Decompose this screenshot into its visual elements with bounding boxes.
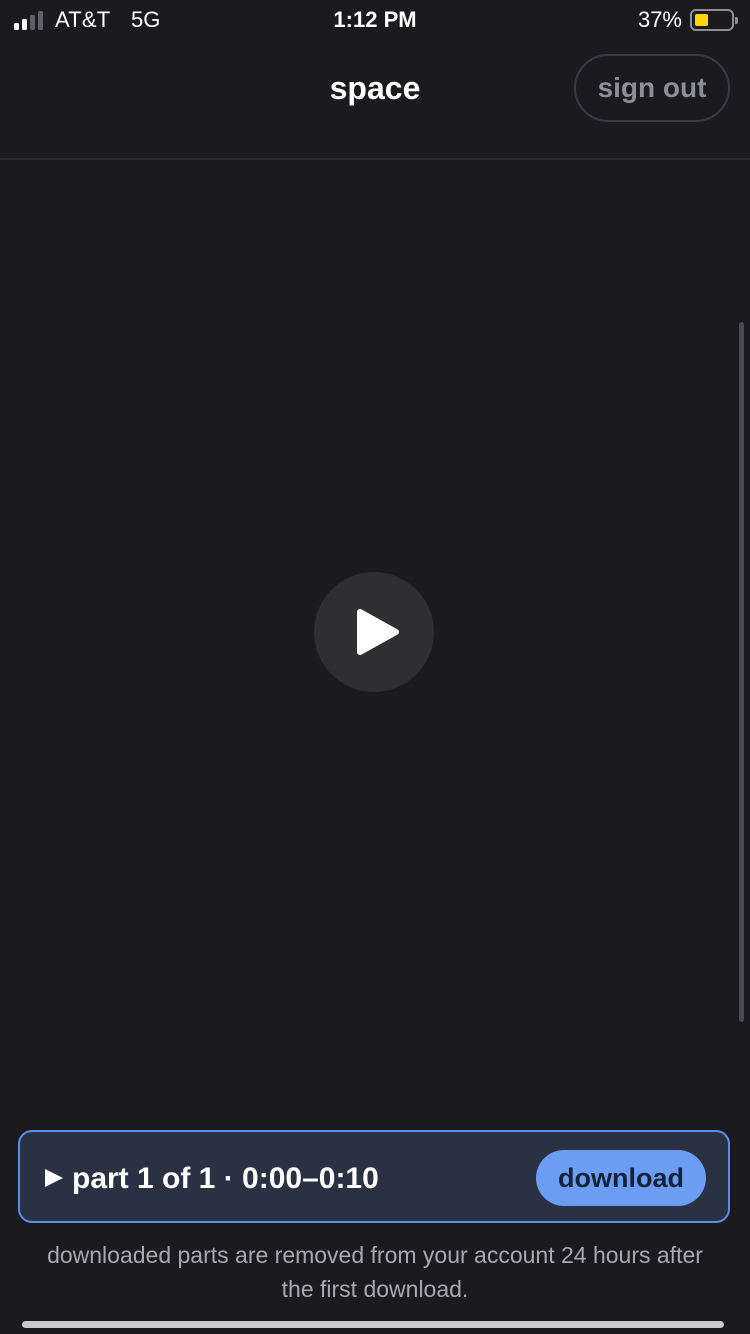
part-label: part 1 of 1 · 0:00–0:10 bbox=[72, 1162, 379, 1195]
download-button[interactable]: download bbox=[536, 1150, 706, 1206]
video-player[interactable] bbox=[0, 162, 750, 1102]
home-indicator[interactable] bbox=[22, 1321, 724, 1328]
battery-icon bbox=[690, 9, 738, 31]
battery-percent: 37% bbox=[637, 7, 682, 32]
status-bar: AT&T 5G 1:12 PM 37% bbox=[0, 0, 750, 40]
part-play-icon bbox=[45, 1169, 63, 1187]
play-icon bbox=[357, 609, 399, 655]
sign-out-button[interactable]: sign out bbox=[574, 54, 730, 122]
scrollbar[interactable] bbox=[739, 322, 744, 1022]
app-header: space sign out bbox=[0, 40, 750, 160]
play-button[interactable] bbox=[314, 572, 434, 692]
part-row[interactable]: part 1 of 1 · 0:00–0:10 download bbox=[18, 1130, 730, 1223]
app-screen: AT&T 5G 1:12 PM 37% space sign out part … bbox=[0, 0, 750, 1334]
download-notice: downloaded parts are removed from your a… bbox=[47, 1242, 703, 1302]
